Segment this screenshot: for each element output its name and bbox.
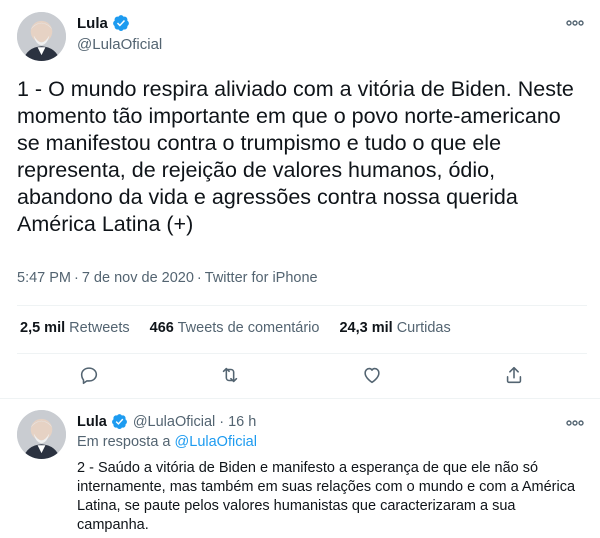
engagement-stats: 2,5 mil Retweets 466 Tweets de comentári… [20,320,451,336]
main-tweet: Lula @LulaOficial 1 - O mundo respira al… [0,0,600,400]
author-name-row[interactable]: Lula [77,14,130,32]
retweets-count: 2,5 mil [20,320,66,336]
divider [0,398,600,399]
tweet-date[interactable]: 7 de nov de 2020 [82,270,194,286]
separator-dot: · [74,270,79,286]
more-options-icon[interactable] [565,13,585,33]
likes-count: 24,3 mil [339,320,393,336]
action-bar [0,364,600,392]
comments-stat[interactable]: 466 Tweets de comentário [150,320,320,336]
avatar[interactable] [17,410,66,459]
tweet-source[interactable]: Twitter for iPhone [205,270,318,286]
verified-badge-icon [111,413,129,431]
tweet-time[interactable]: 5:47 PM [17,270,71,286]
likes-stat[interactable]: 24,3 mil Curtidas [339,320,450,336]
retweets-stat[interactable]: 2,5 mil Retweets [20,320,130,336]
reply-tweet-text: 2 - Saúdo a vitória de Biden e manifesto… [77,460,576,533]
separator-dot: · [196,270,202,286]
more-options-icon[interactable] [565,413,585,433]
verified-badge-icon [112,14,130,32]
comments-count: 466 [149,320,174,336]
avatar-image [17,410,66,459]
likes-label: Curtidas [396,320,451,336]
divider [17,305,587,306]
in-reply-prefix: Em resposta a [77,434,171,450]
tweet-text: 1 - O mundo respira aliviado com a vitór… [17,77,574,236]
avatar[interactable] [17,12,66,61]
tweet-age[interactable]: 16 h [228,414,256,430]
in-reply-to: Em resposta a @LulaOficial [77,434,257,450]
like-icon[interactable] [361,364,385,388]
author-name[interactable]: Lula [77,414,107,430]
author-handle[interactable]: @LulaOficial [133,414,215,430]
reply-header: Lula @LulaOficial · 16 h [77,413,256,431]
separator-dot: · [219,414,225,430]
divider [17,353,587,354]
reply-icon[interactable] [78,364,102,388]
tweet-metadata: 5:47 PM · 7 de nov de 2020 · Twitter for iPh… [17,270,318,286]
author-name[interactable]: Lula [77,15,108,32]
share-icon[interactable] [503,364,527,388]
retweet-icon[interactable] [219,364,243,388]
author-handle[interactable]: @LulaOficial [77,36,162,53]
avatar-image [17,12,66,61]
in-reply-handle-link[interactable]: @LulaOficial [175,434,257,450]
comments-label: Tweets de comentário [177,320,320,336]
retweets-label: Retweets [69,320,130,336]
